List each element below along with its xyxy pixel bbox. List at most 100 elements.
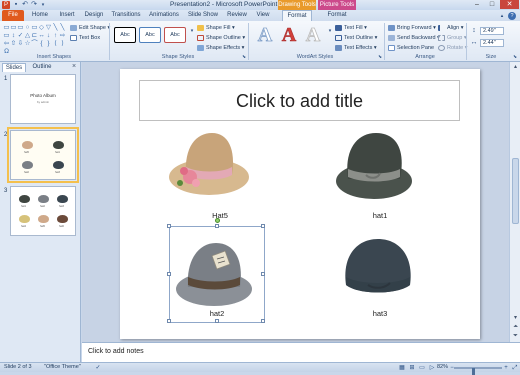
slide-thumbnail-1[interactable]: Photo Album by admin (10, 74, 76, 124)
styles-more-icon[interactable]: ▾ (188, 27, 196, 35)
wordart-style-2[interactable]: A (278, 25, 300, 46)
dark-fedora-icon[interactable] (332, 129, 416, 203)
tab-home[interactable]: Home (28, 10, 52, 21)
shape-gallery-item[interactable]: ↓ (45, 32, 52, 39)
resize-handle[interactable] (261, 272, 265, 276)
shape-width-field[interactable]: 2.44" (480, 39, 504, 47)
shape-gallery-item[interactable]: ▭ (17, 24, 24, 31)
shape-style-sample-2[interactable]: Abc (139, 27, 161, 43)
shape-fill-button[interactable]: Shape Fill ▾ (197, 24, 235, 32)
edit-shape-button[interactable]: Edit Shape ▾ (70, 24, 110, 32)
cloche-hat-icon[interactable] (338, 233, 418, 309)
shape-gallery-item[interactable]: ▭ (3, 24, 10, 31)
shape-gallery-item[interactable]: { (38, 40, 45, 47)
dialog-launcher-icon[interactable]: ⬊ (240, 53, 248, 61)
align-button[interactable]: Align ▾ (438, 24, 464, 32)
resize-handle[interactable] (215, 319, 219, 323)
shape-gallery-item[interactable]: ▭ (31, 24, 38, 31)
wordart-style-3[interactable]: A (302, 25, 324, 46)
scroll-up-icon[interactable]: ▴ (511, 63, 520, 72)
dialog-launcher-icon[interactable]: ⬊ (511, 53, 519, 61)
maximize-button[interactable]: □ (485, 0, 499, 9)
wordart-more-icon[interactable]: ▾ (326, 27, 334, 35)
straw-hat-icon[interactable] (166, 127, 252, 201)
shape-gallery-item[interactable]: ▽ (45, 24, 52, 31)
resize-handle[interactable] (261, 319, 265, 323)
tab-transitions[interactable]: Transitions (108, 10, 144, 21)
shape-gallery-item[interactable]: ╲ (59, 24, 66, 31)
resize-handle[interactable] (167, 224, 171, 228)
shapes-gallery[interactable]: ▭ ▭ ▭ ○ ▭ ◇ ▽ ╲ ╲ ▭ ↕ ✓ △ ⊏ ↔ ↓ ↑ ⇨ ⇦ ⇧ ⇩ ☆ ⌒{} ⟨ ⟩ Ω (3, 24, 69, 55)
undo-icon[interactable]: ↶ (21, 1, 29, 9)
tab-insert[interactable]: Insert (54, 10, 80, 21)
slide-show-icon[interactable]: ▷ (428, 364, 436, 372)
slide-sorter-icon[interactable]: ⊞ (408, 364, 416, 372)
slide-canvas[interactable]: Click to add title Hat5 hat1 hat2 hat3 (120, 69, 480, 339)
resize-handle[interactable] (261, 224, 265, 228)
reading-view-icon[interactable]: ▭ (418, 364, 426, 372)
tab-animations[interactable]: Animations (146, 10, 182, 21)
shape-gallery-item[interactable]: ⇩ (17, 40, 24, 47)
selection-pane-button[interactable]: Selection Pane (388, 44, 434, 52)
bring-forward-button[interactable]: Bring Forward ▾ (388, 24, 436, 32)
title-placeholder[interactable]: Click to add title (139, 80, 460, 121)
minimize-button[interactable]: – (470, 0, 484, 9)
powerpoint-logo-icon[interactable]: P (2, 1, 10, 9)
shape-gallery-item[interactable]: ↕ (10, 32, 17, 39)
normal-view-icon[interactable]: ▦ (398, 364, 406, 372)
resize-handle[interactable] (215, 224, 219, 228)
tab-slide-show[interactable]: Slide Show (186, 10, 220, 21)
help-icon[interactable]: ? (508, 12, 516, 20)
next-slide-icon[interactable]: ⏷ (511, 332, 520, 341)
shape-gallery-item[interactable]: ⇧ (10, 40, 17, 47)
shape-gallery-item[interactable]: ⌒ (31, 40, 38, 47)
text-outline-button[interactable]: Text Outline ▾ (335, 34, 377, 42)
shape-gallery-item[interactable]: ◇ (38, 24, 45, 31)
tab-view[interactable]: View (252, 10, 274, 21)
tab-format-picture[interactable]: Format (322, 10, 352, 21)
slide-thumbnail-3[interactable]: hat1 hat2 hat3 hat4 hat5 hat6 (10, 186, 76, 236)
shape-gallery-item[interactable]: ○ (24, 24, 31, 31)
minimize-ribbon-icon[interactable]: ▴ (498, 12, 506, 20)
shape-outline-button[interactable]: Shape Outline ▾ (197, 34, 245, 42)
vertical-scrollbar[interactable]: ▴ ▾ ⏶ ⏷ (509, 62, 520, 342)
rotate-handle[interactable] (215, 218, 220, 223)
shape-gallery-item[interactable]: ↑ (52, 32, 59, 39)
scroll-down-icon[interactable]: ▾ (511, 314, 520, 323)
shape-gallery-item[interactable]: ▭ (3, 32, 10, 39)
spelling-check-icon[interactable]: ✓ (94, 364, 102, 372)
slide-thumbnail-2[interactable]: hat5 hat1 hat2 hat3 (7, 127, 79, 183)
close-pane-icon[interactable]: × (72, 63, 76, 70)
text-fill-button[interactable]: Text Fill ▾ (335, 24, 367, 32)
shape-gallery-item[interactable]: ⊏ (31, 32, 38, 39)
save-icon[interactable]: ▪ (12, 1, 20, 9)
resize-handle[interactable] (167, 319, 171, 323)
send-backward-button[interactable]: Send Backward ▾ (388, 34, 440, 42)
shape-gallery-item[interactable]: ╲ (52, 24, 59, 31)
fit-to-window-icon[interactable]: ⤢ (511, 364, 519, 372)
shape-gallery-item[interactable]: } (45, 40, 52, 47)
wordart-style-1[interactable]: A (254, 25, 276, 46)
tab-review[interactable]: Review (224, 10, 250, 21)
tab-format-drawing[interactable]: Format (282, 10, 312, 21)
shape-gallery-item[interactable]: ⇦ (3, 40, 10, 47)
text-effects-button[interactable]: Text Effects ▾ (335, 44, 377, 52)
text-box-button[interactable]: Text Box (70, 34, 100, 42)
shape-height-field[interactable]: 2.49" (480, 27, 504, 35)
rotate-button[interactable]: Rotate ▾ (438, 44, 468, 52)
resize-handle[interactable] (167, 272, 171, 276)
previous-slide-icon[interactable]: ⏶ (511, 323, 520, 332)
tab-slides[interactable]: Slides (2, 63, 26, 72)
shape-gallery-item[interactable]: ↔ (38, 32, 45, 39)
scroll-thumb[interactable] (512, 158, 519, 224)
shape-style-sample-3[interactable]: Abc (164, 27, 186, 43)
tab-file[interactable]: File (2, 10, 24, 21)
zoom-in-icon[interactable]: + (502, 364, 510, 372)
shape-style-sample-1[interactable]: Abc (114, 27, 136, 43)
redo-icon[interactable]: ↷ (30, 1, 38, 9)
zoom-slider[interactable] (454, 367, 502, 375)
tab-design[interactable]: Design (82, 10, 106, 21)
close-button[interactable]: ✕ (500, 0, 519, 9)
shape-effects-button[interactable]: Shape Effects ▾ (197, 44, 244, 52)
dialog-launcher-icon[interactable]: ⬊ (376, 53, 384, 61)
